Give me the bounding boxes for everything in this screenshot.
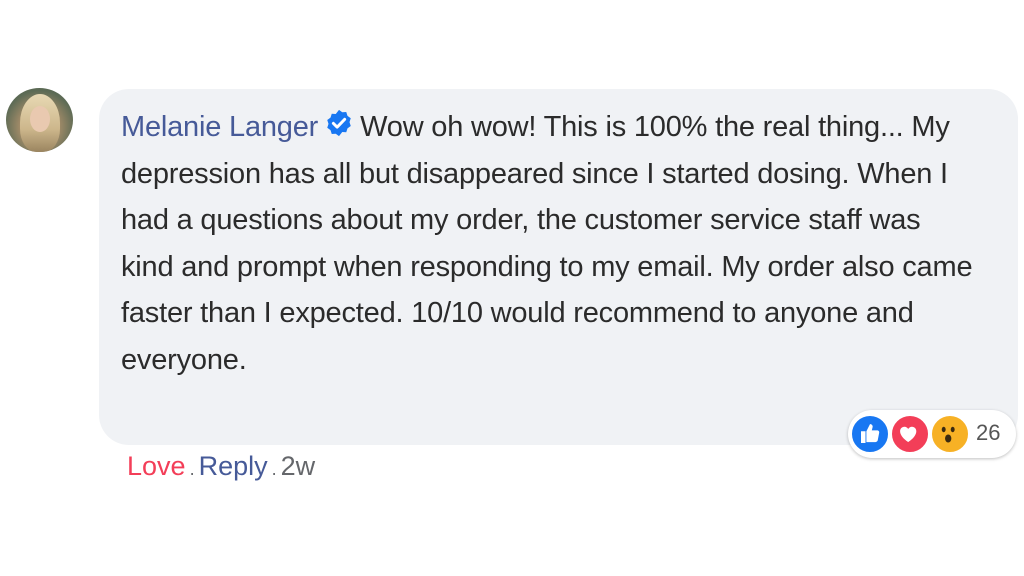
avatar[interactable] xyxy=(6,88,73,152)
separator: . xyxy=(189,459,195,479)
separator: . xyxy=(271,459,277,479)
reply-button[interactable]: Reply xyxy=(199,451,268,481)
like-icon xyxy=(850,414,890,454)
wow-icon xyxy=(930,414,970,454)
reactions-summary[interactable]: 26 xyxy=(848,410,1018,460)
avatar-face xyxy=(30,106,50,132)
comment-text: Wow oh wow! This is 100% the real thing.… xyxy=(121,111,973,376)
comment: Melanie Langer Wow oh wow! This is 100% … xyxy=(0,0,1024,576)
love-button[interactable]: Love xyxy=(127,451,186,481)
comment-bubble: Melanie Langer Wow oh wow! This is 100% … xyxy=(99,89,1018,445)
comment-actions: Love. Reply. 2w xyxy=(127,450,315,485)
comment-body: Melanie Langer Wow oh wow! This is 100% … xyxy=(121,104,978,383)
love-icon xyxy=(890,414,930,454)
timestamp[interactable]: 2w xyxy=(281,451,316,481)
reaction-count: 26 xyxy=(976,420,1001,445)
author-name[interactable]: Melanie Langer xyxy=(121,111,318,143)
verified-badge-icon xyxy=(327,109,351,137)
